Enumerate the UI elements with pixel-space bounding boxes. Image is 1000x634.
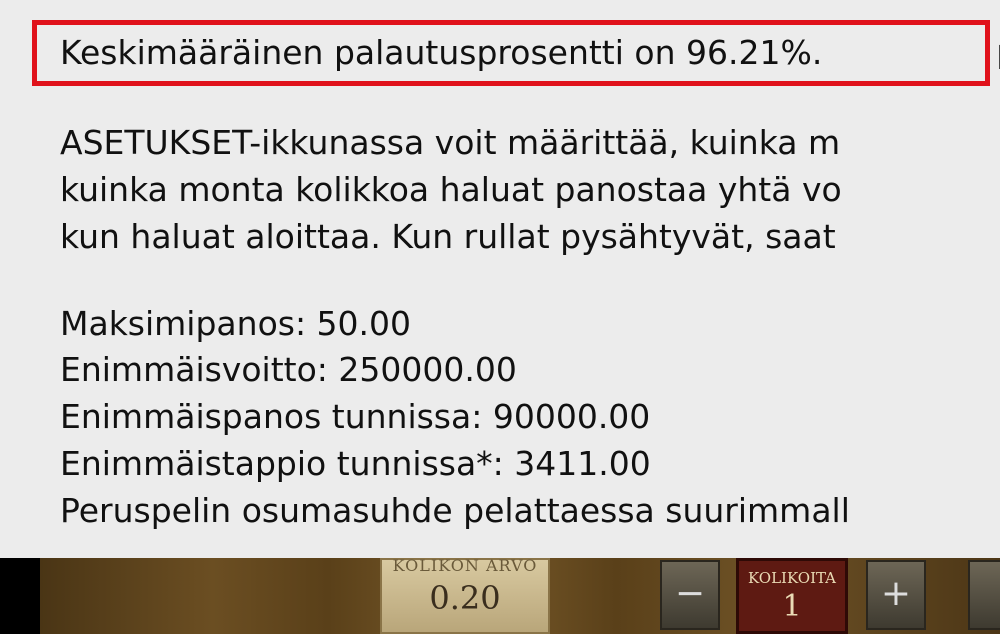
max-bet-per-hour: Enimmäispanos tunnissa: 90000.00 xyxy=(60,397,651,436)
hit-rate-text: Peruspelin osumasuhde pelattaessa suurim… xyxy=(60,491,850,530)
increase-coins-button[interactable]: + xyxy=(866,560,926,630)
coins-amount: 1 xyxy=(782,589,802,624)
settings-text-line-2: kuinka monta kolikkoa haluat panostaa yh… xyxy=(60,170,842,209)
coin-value-amount: 0.20 xyxy=(429,579,501,617)
max-bet: Maksimipanos: 50.00 xyxy=(60,304,412,343)
rules-panel: Keskimääräinen palautusprosentti on 96.2… xyxy=(0,0,1000,558)
rtp-continuation: I xyxy=(996,38,1000,77)
settings-text-line-3: kun haluat aloittaa. Kun rullat pysähtyv… xyxy=(60,217,836,256)
coin-value-display: KOLIKON ARVO 0.20 xyxy=(380,558,550,634)
coins-label: KOLIKOITA xyxy=(747,569,837,587)
max-loss-per-hour: Enimmäistappio tunnissa*: 3411.00 xyxy=(60,444,651,483)
coin-value-label: KOLIKON ARVO xyxy=(392,558,538,575)
rtp-text: Keskimääräinen palautusprosentti on 96.2… xyxy=(60,33,823,72)
settings-text-line-1: ASETUKSET-ikkunassa voit määrittää, kuin… xyxy=(60,123,841,162)
next-control-button[interactable] xyxy=(968,560,1000,630)
decrease-coins-button[interactable]: − xyxy=(660,560,720,630)
game-control-bar: KOLIKON ARVO 0.20 − KOLIKOITA 1 + xyxy=(0,558,1000,634)
coins-display: KOLIKOITA 1 xyxy=(736,558,848,634)
max-win: Enimmäisvoitto: 250000.00 xyxy=(60,350,517,389)
